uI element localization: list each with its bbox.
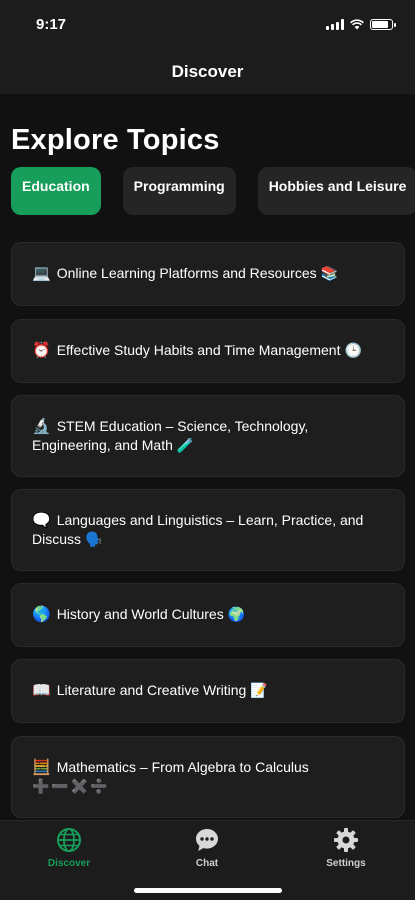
topic-text: 🗨️ Languages and Linguistics – Learn, Pra…: [32, 511, 384, 550]
topic-text: ⏰ Effective Study Habits and Time Managem…: [32, 341, 384, 361]
globe-icon: [57, 828, 81, 852]
speaking-head-icon: 🗣️: [85, 531, 103, 548]
clock-icon: 🕒: [344, 343, 362, 359]
open-book-icon: 📖: [32, 681, 51, 699]
topic-card[interactable]: 💻 Online Learning Platforms and Resources…: [11, 242, 405, 306]
signal-icon: [326, 19, 344, 30]
tab-label: Settings: [326, 858, 366, 869]
globe-americas-icon: 🌎: [32, 605, 51, 623]
topic-card[interactable]: ⏰ Effective Study Habits and Time Managem…: [11, 319, 405, 383]
topic-text: 💻 Online Learning Platforms and Resources…: [32, 264, 384, 284]
chip-hobbies-and-leisure[interactable]: Hobbies and Leisure: [257, 167, 415, 215]
discover-screen: 9:17 Discover Explore Topics Education P…: [0, 0, 415, 900]
laptop-icon: 💻: [32, 264, 51, 282]
topic-text: 📖 Literature and Creative Writing 📝: [32, 681, 384, 701]
battery-icon: [370, 19, 396, 30]
topic-card[interactable]: 🗨️ Languages and Linguistics – Learn, Pra…: [11, 489, 405, 571]
tab-discover[interactable]: Discover: [19, 827, 119, 869]
page-title: Discover: [171, 62, 244, 81]
top-bar: 9:17 Discover: [0, 0, 415, 94]
wifi-icon: [350, 19, 364, 30]
topic-card[interactable]: 🧮 Mathematics – From Algebra to Calculus ➕…: [11, 736, 405, 818]
tab-chat[interactable]: Chat: [157, 827, 257, 869]
alarm-clock-icon: ⏰: [32, 341, 51, 359]
speech-bubble-icon: 🗨️: [32, 510, 51, 529]
home-indicator: [134, 888, 282, 893]
math-operators-icon: ➕➖✖️➗: [32, 778, 110, 795]
topic-label: Literature and Creative Writing: [56, 682, 247, 698]
topic-text: 🔬 STEM Education – Science, Technology, E…: [32, 417, 384, 456]
topic-text: 🧮 Mathematics – From Algebra to Calculus ➕…: [32, 758, 384, 797]
tab-bar: Discover Chat Settings: [0, 820, 415, 900]
microscope-icon: 🔬: [32, 416, 51, 435]
topic-label: STEM Education – Science, Technology, En…: [32, 417, 309, 453]
topic-label: Online Learning Platforms and Resources: [56, 265, 317, 281]
gear-icon: [334, 828, 358, 852]
topic-card[interactable]: 🌎 History and World Cultures 🌍: [11, 583, 405, 647]
globe-europe-africa-icon: 🌍: [227, 607, 246, 623]
tab-label: Chat: [195, 858, 219, 869]
chat-bubble-icon: [196, 829, 218, 851]
memo-icon: 📝: [250, 683, 268, 699]
topic-label: Languages and Linguistics – Learn, Pract…: [32, 511, 364, 547]
topic-label: Mathematics – From Algebra to Calculus: [56, 758, 309, 775]
category-chips: Education Programming Hobbies and Leisur…: [11, 167, 415, 215]
topic-label: History and World Cultures: [56, 606, 224, 622]
topic-card[interactable]: 🔬 STEM Education – Science, Technology, E…: [11, 395, 405, 477]
status-time: 9:17: [36, 16, 67, 33]
topic-text: 🌎 History and World Cultures 🌍: [32, 605, 384, 625]
topic-card[interactable]: 📖 Literature and Creative Writing 📝: [11, 659, 405, 723]
abacus-icon: 🧮: [32, 757, 51, 776]
books-icon: 📚: [320, 266, 339, 282]
chip-programming[interactable]: Programming: [122, 167, 236, 215]
tab-settings[interactable]: Settings: [296, 827, 396, 869]
topic-label: Effective Study Habits and Time Manageme…: [56, 342, 341, 358]
test-tube-icon: 🧪: [176, 437, 195, 454]
status-icons: [326, 19, 396, 30]
section-title: Explore Topics: [11, 124, 220, 156]
tab-label: Discover: [47, 858, 91, 869]
chip-education[interactable]: Education: [11, 167, 101, 215]
